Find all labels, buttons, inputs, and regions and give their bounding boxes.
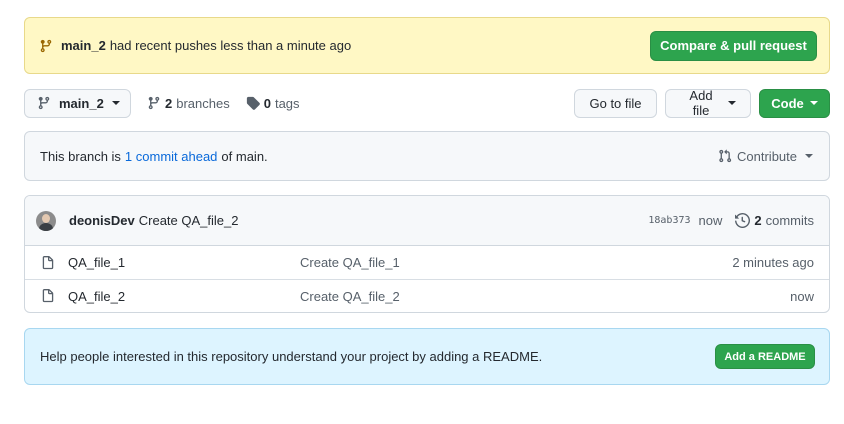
history-icon [735,213,751,228]
file-name[interactable]: QA_file_1 [68,255,300,270]
contribute-label: Contribute [737,148,797,164]
code-label: Code [771,95,804,111]
compare-pull-request-button[interactable]: Compare & pull request [650,30,817,61]
add-readme-button[interactable]: Add a README [715,344,815,369]
git-branch-icon [37,96,51,110]
file-icon [41,288,55,304]
commit-author[interactable]: deonisDev [69,213,135,228]
caret-down-icon [809,101,818,105]
tag-icon [246,96,260,110]
tags-label: tags [274,95,300,111]
git-branch-icon [39,39,53,53]
file-commit-message[interactable]: Create QA_file_1 [300,255,732,270]
branches-label: branches [176,95,230,111]
contribute-button[interactable]: Contribute [718,149,813,164]
avatar[interactable] [36,210,56,231]
readme-message: Help people interested in this repositor… [40,349,543,364]
code-button[interactable]: Code [759,88,830,118]
branches-count: 2 [165,95,173,111]
go-to-file-button[interactable]: Go to file [574,88,657,118]
branch-select-button[interactable]: main_2 [24,88,131,118]
file-browser: deonisDev Create QA_file_2 18ab373 now 2… [24,195,830,313]
commits-label: commits [765,213,814,228]
branch-info-prefix: This branch is [40,148,121,164]
banner-message: had recent pushes less than a minute ago [109,38,352,53]
commits-link[interactable]: 2 commits [735,213,814,228]
tags-link[interactable]: 0 tags [246,96,300,111]
add-file-label: Add file [689,88,713,118]
git-pull-request-icon [718,149,732,163]
branch-compare-info: This branch is 1 commit ahead of main. C… [24,131,830,181]
repo-toolbar: main_2 2 branches 0 tags Go to file Add … [24,88,830,118]
git-branch-icon [147,96,161,110]
commits-ahead-link[interactable]: 1 commit ahead [125,149,218,164]
caret-down-icon [728,101,736,105]
banner-branch-name[interactable]: main_2 [61,38,106,53]
recent-push-banner: main_2 had recent pushes less than a min… [24,17,830,74]
commits-count: 2 [754,213,762,228]
commit-sha[interactable]: 18ab373 [648,215,690,226]
file-commit-message[interactable]: Create QA_file_2 [300,289,790,304]
caret-down-icon [111,101,120,105]
readme-prompt: Help people interested in this repositor… [24,328,830,385]
add-file-button[interactable]: Add file [665,88,751,118]
commit-message[interactable]: Create QA_file_2 [139,213,239,228]
file-age: now [790,288,814,304]
file-icon [41,255,55,271]
latest-commit-row: deonisDev Create QA_file_2 18ab373 now 2… [25,196,829,246]
file-name[interactable]: QA_file_2 [68,289,300,304]
branch-info-suffix: of main. [221,148,268,164]
commit-age: now [698,213,723,228]
caret-down-icon [805,154,813,158]
table-row: QA_file_2 Create QA_file_2 now [25,279,829,312]
table-row: QA_file_1 Create QA_file_1 2 minutes ago [25,246,829,279]
tags-count: 0 [263,95,271,111]
file-age: 2 minutes ago [732,255,814,270]
branches-link[interactable]: 2 branches [147,96,230,111]
branch-select-label: main_2 [59,95,104,111]
